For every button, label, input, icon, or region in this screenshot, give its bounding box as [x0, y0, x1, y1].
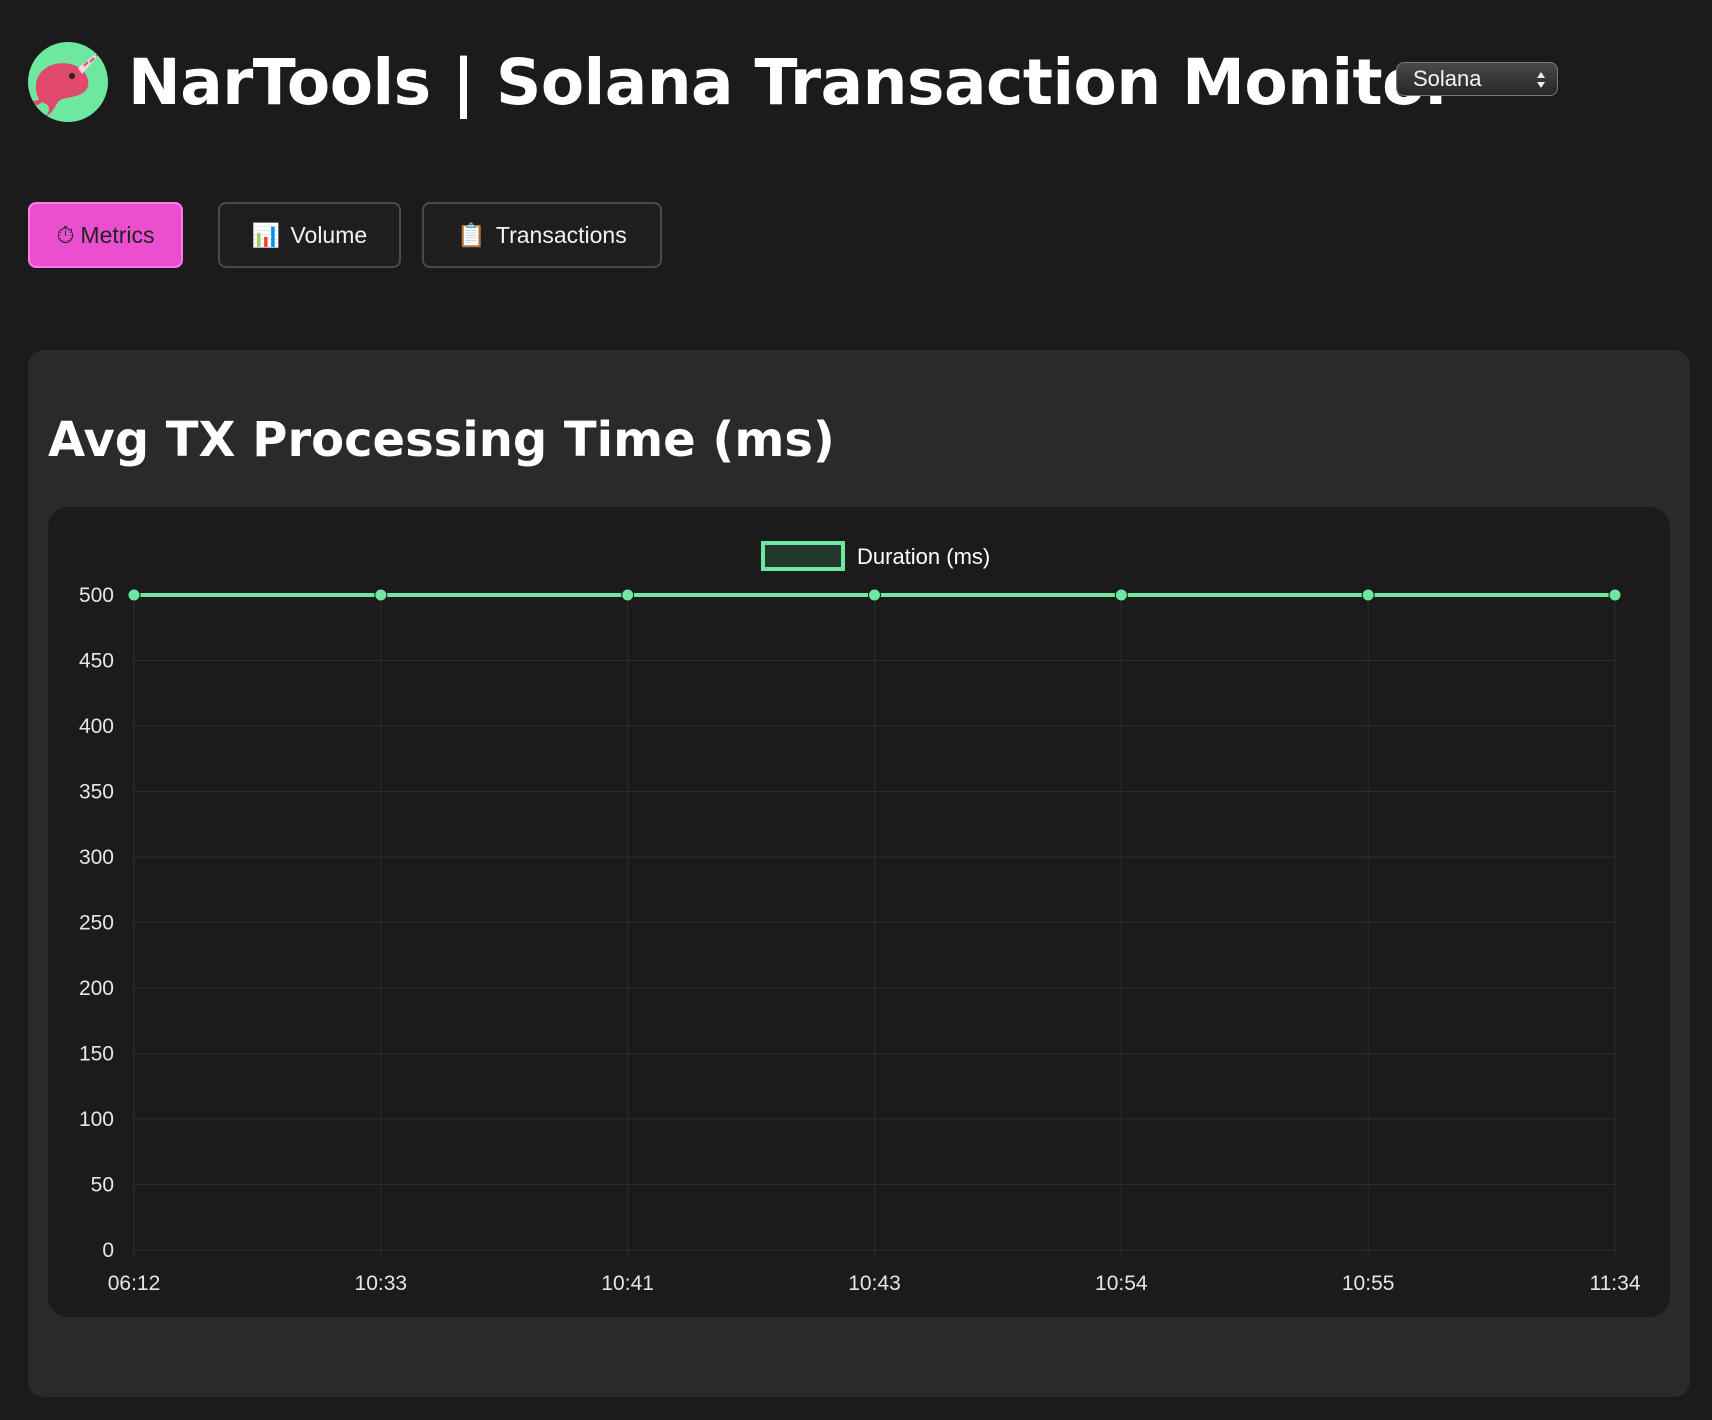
panel-title: Avg TX Processing Time (ms) — [48, 412, 835, 468]
data-point[interactable] — [621, 588, 635, 602]
tab-volume[interactable]: 📊 Volume — [218, 202, 401, 268]
x-tick-label: 10:54 — [1095, 1272, 1148, 1295]
y-tick-label: 250 — [79, 912, 114, 935]
x-tick-label: 11:34 — [1590, 1272, 1641, 1295]
bar-chart-icon: 📊 — [251, 221, 281, 248]
x-tick-label: 06:12 — [108, 1272, 161, 1295]
legend-swatch[interactable] — [761, 541, 845, 571]
y-tick-label: 200 — [79, 977, 114, 1000]
tab-transactions[interactable]: 📋 Transactions — [422, 202, 662, 268]
y-tick-label: 100 — [79, 1108, 114, 1131]
clipboard-icon: 📋 — [457, 221, 486, 248]
network-select[interactable]: Solana — [1396, 62, 1558, 96]
processing-time-chart: 0 50 100 150 200 250 300 350 400 450 500 06:12 10:33… — [79, 541, 1641, 1295]
app-title: NarTools | Solana Transaction Monitor — [128, 45, 1456, 119]
data-point[interactable] — [1361, 588, 1375, 602]
x-tick-label: 10:43 — [848, 1272, 901, 1295]
x-tick-label: 10:41 — [601, 1272, 654, 1295]
data-point[interactable] — [868, 588, 881, 602]
app-header: NarTools | Solana Transaction Monitor — [28, 40, 1456, 124]
narwhal-logo-icon — [28, 42, 108, 122]
data-point[interactable] — [1114, 588, 1128, 602]
y-tick-label: 50 — [91, 1174, 114, 1197]
y-tick-label: 350 — [79, 781, 114, 804]
x-tick-label: 10:55 — [1342, 1272, 1395, 1295]
data-point[interactable] — [127, 588, 141, 602]
y-tick-label: 300 — [79, 846, 114, 869]
data-point[interactable] — [1608, 588, 1622, 602]
network-select-value: Solana — [1413, 66, 1482, 91]
legend-label[interactable]: Duration (ms) — [857, 544, 990, 569]
data-point[interactable] — [374, 588, 388, 602]
select-arrows-icon — [1537, 72, 1545, 88]
y-tick-label: 450 — [79, 650, 114, 673]
tab-label: Volume — [290, 221, 368, 248]
y-tick-label: 150 — [79, 1043, 114, 1066]
chart-card: 0 50 100 150 200 250 300 350 400 450 500 06:12 10:33… — [48, 507, 1670, 1317]
tab-label: Transactions — [495, 221, 627, 248]
tab-label: Metrics — [80, 221, 155, 248]
stopwatch-icon: ⏱ — [56, 221, 75, 248]
x-tick-label: 10:33 — [355, 1272, 408, 1295]
y-tick-label: 500 — [79, 584, 114, 607]
metrics-panel: Avg TX Processing Time (ms) 0 50 100 150 200… — [28, 350, 1690, 1397]
y-tick-label: 400 — [79, 715, 114, 738]
tab-metrics[interactable]: ⏱ Metrics — [28, 202, 183, 268]
y-tick-label: 0 — [102, 1239, 114, 1262]
